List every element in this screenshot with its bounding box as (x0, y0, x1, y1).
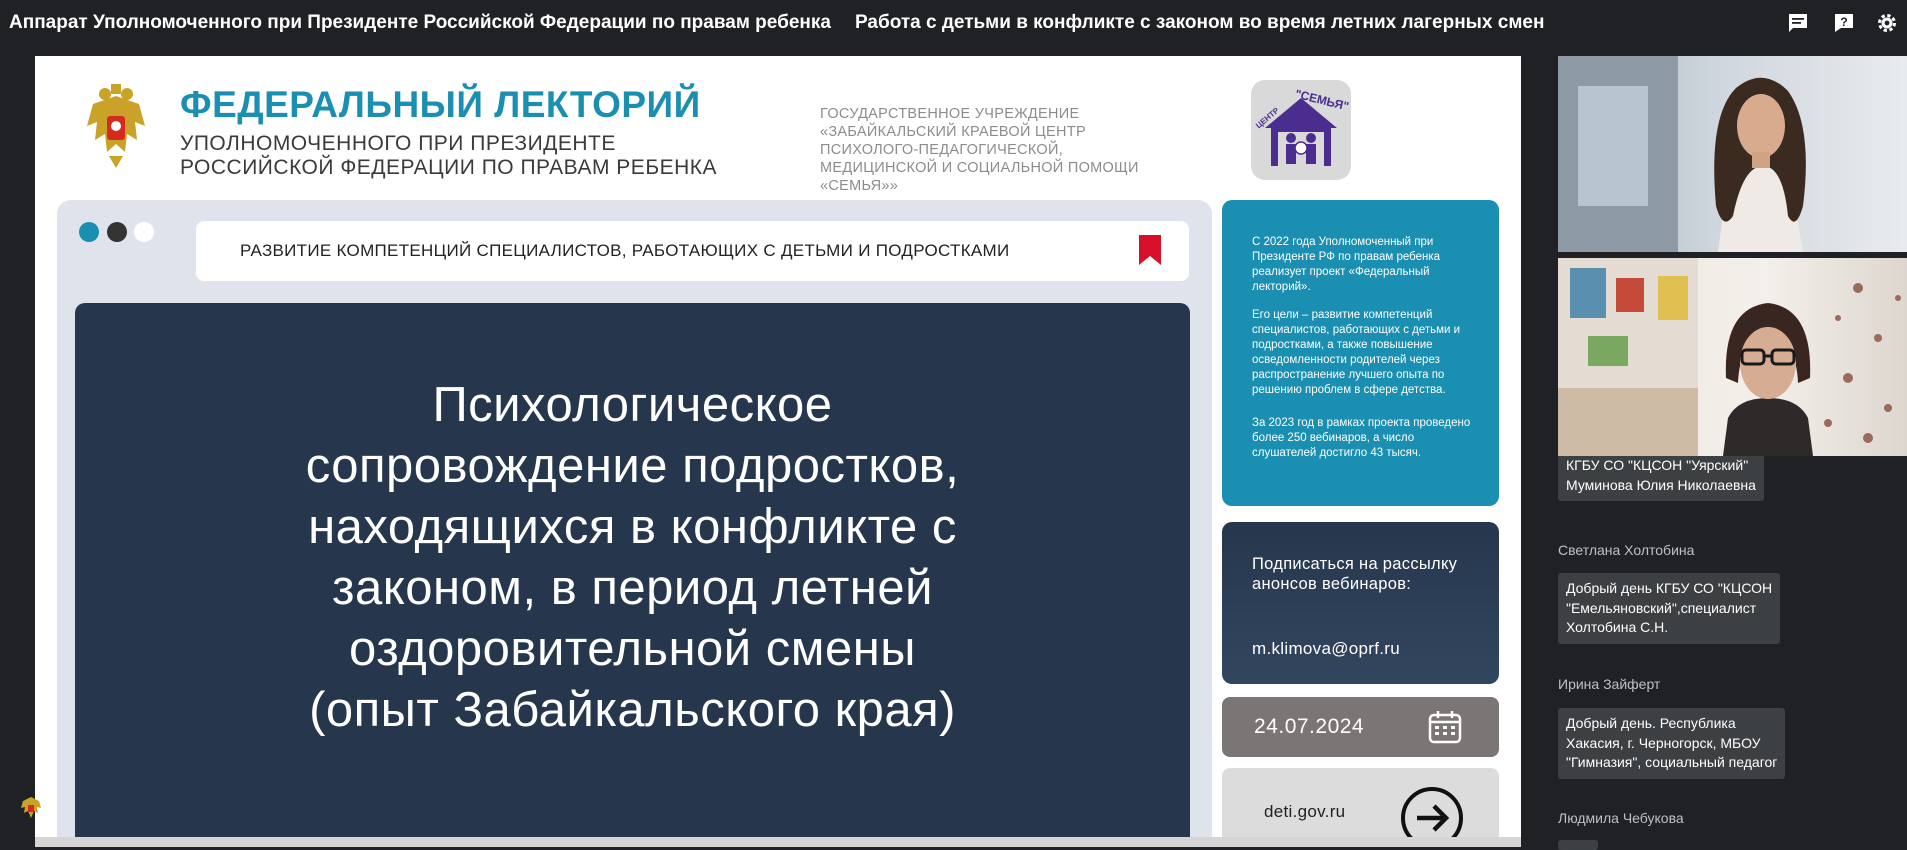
chat-panel: КГБУ СО "КЦСОН "Уярский" Муминова Юлия Н… (1558, 456, 1907, 850)
chat-message: КГБУ СО "КЦСОН "Уярский" Муминова Юлия Н… (1558, 456, 1764, 501)
project-goals-paragraph: Его цели – развитие компетенций специали… (1252, 309, 1461, 396)
subscribe-box: Подписаться на рассылку анонсов вебинаро… (1222, 522, 1499, 684)
presentation-slide: ФЕДЕРАЛЬНЫЙ ЛЕКТОРИЙ УПОЛНОМОЧЕННОГО ПРИ… (35, 56, 1521, 847)
lecture-title-box: Психологическое сопровождение подростков… (75, 303, 1190, 847)
help-icon[interactable]: ? (1832, 11, 1856, 35)
lecture-title-line: оздоровительной смены (349, 622, 916, 676)
website-box: deti.gov.ru (1222, 768, 1499, 847)
chat-message-line: КГБУ СО "КЦСОН "Уярский" (1566, 457, 1749, 473)
participant-video-2[interactable] (1558, 258, 1907, 456)
chat-message-line: Добрый день. Республика (1566, 715, 1736, 731)
project-info-box: С 2022 года Уполномоченный при Президент… (1222, 200, 1499, 506)
brand-subtitle-line1: УПОЛНОМОЧЕННОГО ПРИ ПРЕЗИДЕНТЕ (180, 132, 616, 155)
calendar-icon (1428, 711, 1462, 744)
org-title: Аппарат Уполномоченного при Президенте Р… (9, 12, 831, 33)
decor-dot (134, 222, 154, 242)
project-info-paragraph: С 2022 года Уполномоченный при Президент… (1252, 236, 1441, 293)
brand-title: ФЕДЕРАЛЬНЫЙ ЛЕКТОРИЙ (180, 84, 701, 125)
chat-author: Людмила Чебукова (1558, 810, 1684, 826)
decor-dot (107, 222, 127, 242)
chat-message: Добрый день. Республика Хакасия, г. Черн… (1558, 708, 1786, 779)
slide-bottom-strip (35, 837, 1521, 847)
lecture-title: Психологическое сопровождение подростков… (75, 375, 1190, 741)
project-stats-paragraph: За 2023 год в рамках проекта проведено б… (1252, 417, 1471, 459)
org-line: медицинской и социальной помощи (820, 160, 1139, 176)
organization-name: Государственное учреждение «Забайкальски… (820, 105, 1180, 195)
website-link: deti.gov.ru (1264, 802, 1346, 821)
chat-message-line: "Гимназия", социальный педагог (1566, 754, 1778, 770)
decor-dot (79, 222, 99, 242)
top-bar: Аппарат Уполномоченного при Президенте Р… (0, 0, 1907, 46)
bookmark-icon (1139, 235, 1161, 265)
coat-of-arms-icon (87, 84, 145, 168)
lecture-title-line: (опыт Забайкальского края) (309, 683, 956, 737)
gear-icon[interactable] (1875, 11, 1899, 35)
chat-message: Добрый день КГБУ СО "КЦСОН "Емельяновски… (1558, 573, 1781, 644)
chat-author: Ирина Зайферт (1558, 676, 1661, 692)
lecture-title-line: сопровождение подростков, (305, 439, 960, 493)
lecture-title-line: Психологическое (432, 378, 833, 432)
chat-message-line: Холтобина С.Н. (1566, 619, 1669, 635)
org-line: Государственное учреждение (820, 106, 1080, 122)
brand-block: ФЕДЕРАЛЬНЫЙ ЛЕКТОРИЙ УПОЛНОМОЧЕННОГО ПРИ… (180, 84, 717, 180)
participant-video-1[interactable] (1558, 56, 1907, 252)
svg-text:?: ? (1840, 15, 1847, 29)
semya-logo: "СЕМЬЯ" ЦЕНТР (1251, 80, 1351, 180)
brand-subtitle-line2: РОССИЙСКОЙ ФЕДЕРАЦИИ ПО ПРАВАМ РЕБЕНКА (180, 156, 718, 179)
mini-coat-of-arms-icon (21, 797, 41, 818)
date-box: 24.07.2024 (1222, 697, 1499, 757)
chat-message-line: Муминова Юлия Николаевна (1566, 476, 1756, 493)
chat-message-line: "Емельяновский",специалист (1566, 599, 1757, 616)
chat-message (1558, 840, 1598, 850)
org-line: «Забайкальский краевой центр (820, 124, 1086, 140)
session-title: Работа с детьми в конфликте с законом во… (854, 12, 1545, 33)
chat-icon[interactable] (1786, 11, 1810, 35)
topic-banner-text: РАЗВИТИЕ КОМПЕТЕНЦИЙ СПЕЦИАЛИСТОВ, РАБОТ… (240, 241, 1010, 260)
topic-banner: РАЗВИТИЕ КОМПЕТЕНЦИЙ СПЕЦИАЛИСТОВ, РАБОТ… (196, 221, 1189, 281)
chat-message-line: Хакасия, г. Черногорск, МБОУ (1566, 734, 1761, 751)
lecture-date: 24.07.2024 (1254, 715, 1365, 738)
org-line: психолого-педагогической, (820, 142, 1064, 158)
subscribe-email: m.klimova@oprf.ru (1252, 639, 1400, 658)
chat-author: Светлана Холтобина (1558, 542, 1695, 558)
lecture-title-line: находящихся в конфликте с (308, 500, 957, 554)
chat-message-line: Добрый день КГБУ СО "КЦСОН (1566, 580, 1773, 596)
subscribe-text: Подписаться на рассылку анонсов вебинаро… (1252, 555, 1458, 593)
lecture-title-line: законом, в период летней (332, 561, 933, 615)
org-line: «Семья»» (820, 178, 899, 194)
